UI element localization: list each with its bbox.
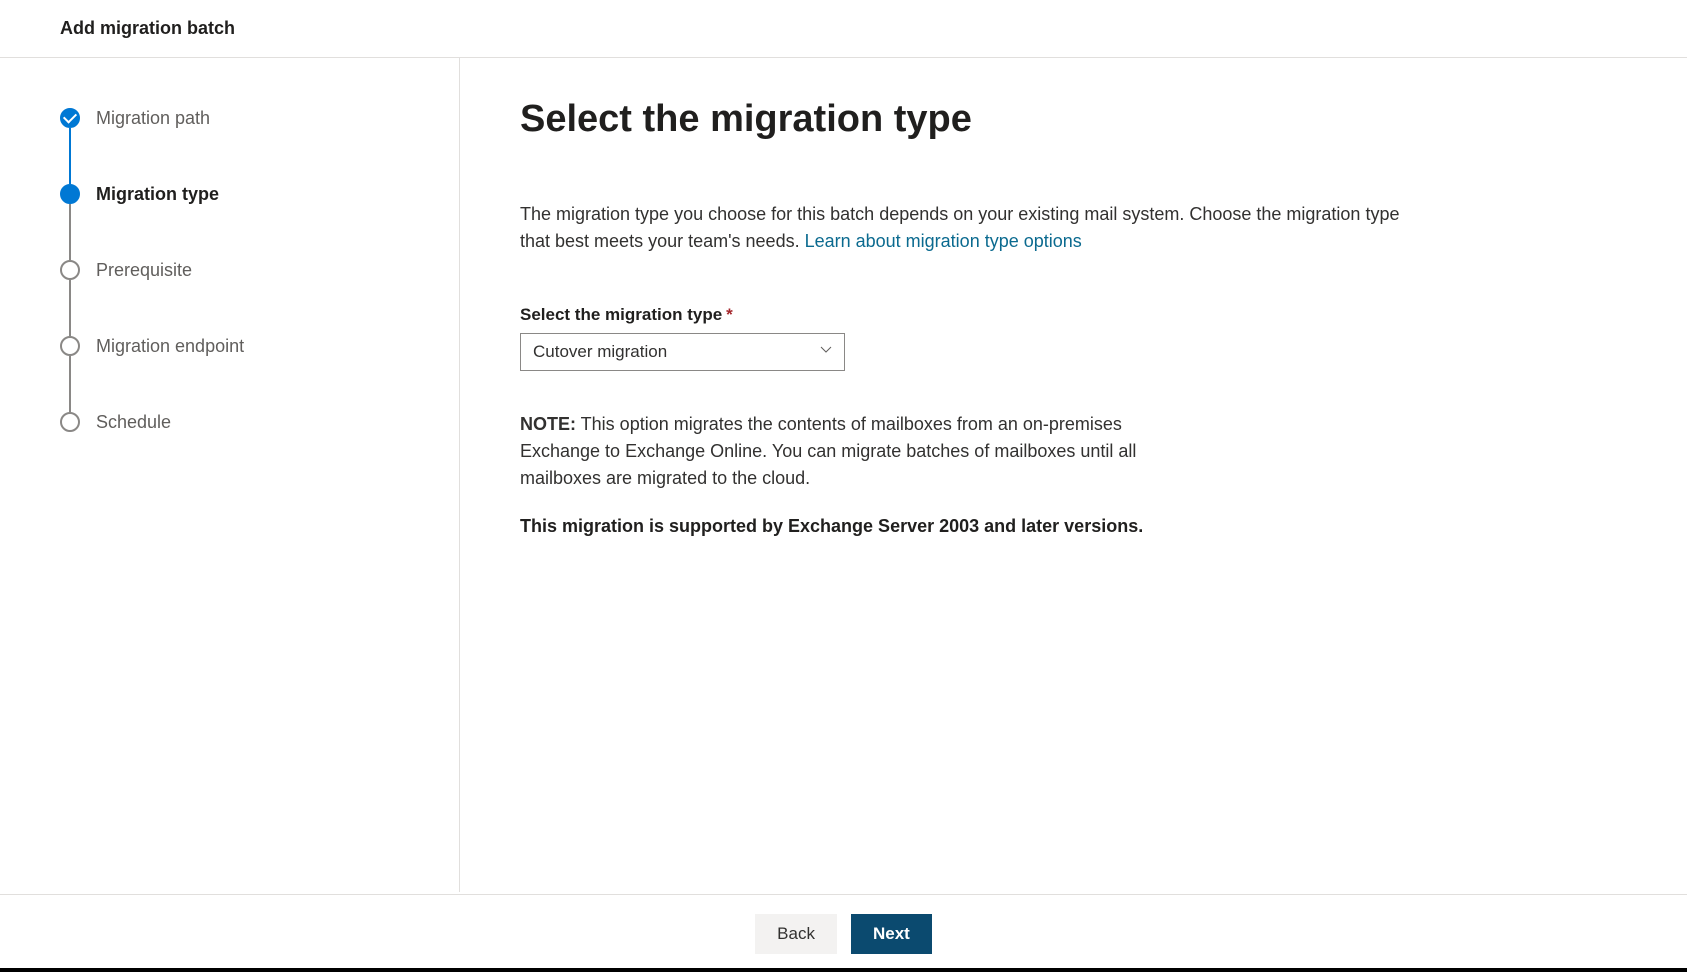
step-migration-type[interactable]: Migration type bbox=[60, 184, 399, 204]
step-connector bbox=[69, 128, 71, 184]
content-description: The migration type you choose for this b… bbox=[520, 201, 1420, 255]
wizard-footer: Back Next bbox=[0, 894, 1687, 972]
content-title: Select the migration type bbox=[520, 98, 1627, 141]
step-indicator-pending bbox=[60, 336, 80, 356]
main-container: Migration path Migration type Prerequisi… bbox=[0, 58, 1687, 892]
page-header: Add migration batch bbox=[0, 0, 1687, 58]
page-header-title: Add migration batch bbox=[60, 18, 1627, 39]
step-indicator-pending bbox=[60, 412, 80, 432]
step-indicator-current bbox=[60, 184, 80, 204]
step-indicator-completed bbox=[60, 108, 80, 128]
note-section: NOTE: This option migrates the contents … bbox=[520, 411, 1170, 492]
wizard-stepper: Migration path Migration type Prerequisi… bbox=[60, 108, 399, 432]
step-connector bbox=[69, 356, 71, 412]
step-connector bbox=[69, 280, 71, 336]
step-label: Prerequisite bbox=[96, 260, 192, 280]
step-schedule[interactable]: Schedule bbox=[60, 412, 399, 432]
step-migration-endpoint[interactable]: Migration endpoint bbox=[60, 336, 399, 356]
step-label: Schedule bbox=[96, 412, 171, 432]
step-connector bbox=[69, 204, 71, 260]
migration-type-label: Select the migration type* bbox=[520, 305, 1627, 325]
step-indicator-pending bbox=[60, 260, 80, 280]
step-prerequisite[interactable]: Prerequisite bbox=[60, 260, 399, 280]
next-button[interactable]: Next bbox=[851, 914, 932, 954]
field-label-text: Select the migration type bbox=[520, 305, 722, 324]
back-button[interactable]: Back bbox=[755, 914, 837, 954]
wizard-sidebar: Migration path Migration type Prerequisi… bbox=[0, 58, 460, 892]
migration-type-select[interactable]: Cutover migration bbox=[520, 333, 845, 371]
support-note: This migration is supported by Exchange … bbox=[520, 516, 1170, 537]
note-text: This option migrates the contents of mai… bbox=[520, 414, 1136, 488]
note-label: NOTE: bbox=[520, 414, 576, 434]
migration-type-select-wrapper: Cutover migration bbox=[520, 333, 845, 371]
step-label: Migration path bbox=[96, 108, 210, 128]
step-label: Migration type bbox=[96, 184, 219, 204]
step-label: Migration endpoint bbox=[96, 336, 244, 356]
required-indicator: * bbox=[726, 305, 733, 324]
step-migration-path[interactable]: Migration path bbox=[60, 108, 399, 128]
learn-more-link[interactable]: Learn about migration type options bbox=[805, 231, 1082, 251]
wizard-content: Select the migration type The migration … bbox=[460, 58, 1687, 892]
bottom-bar bbox=[0, 968, 1687, 972]
